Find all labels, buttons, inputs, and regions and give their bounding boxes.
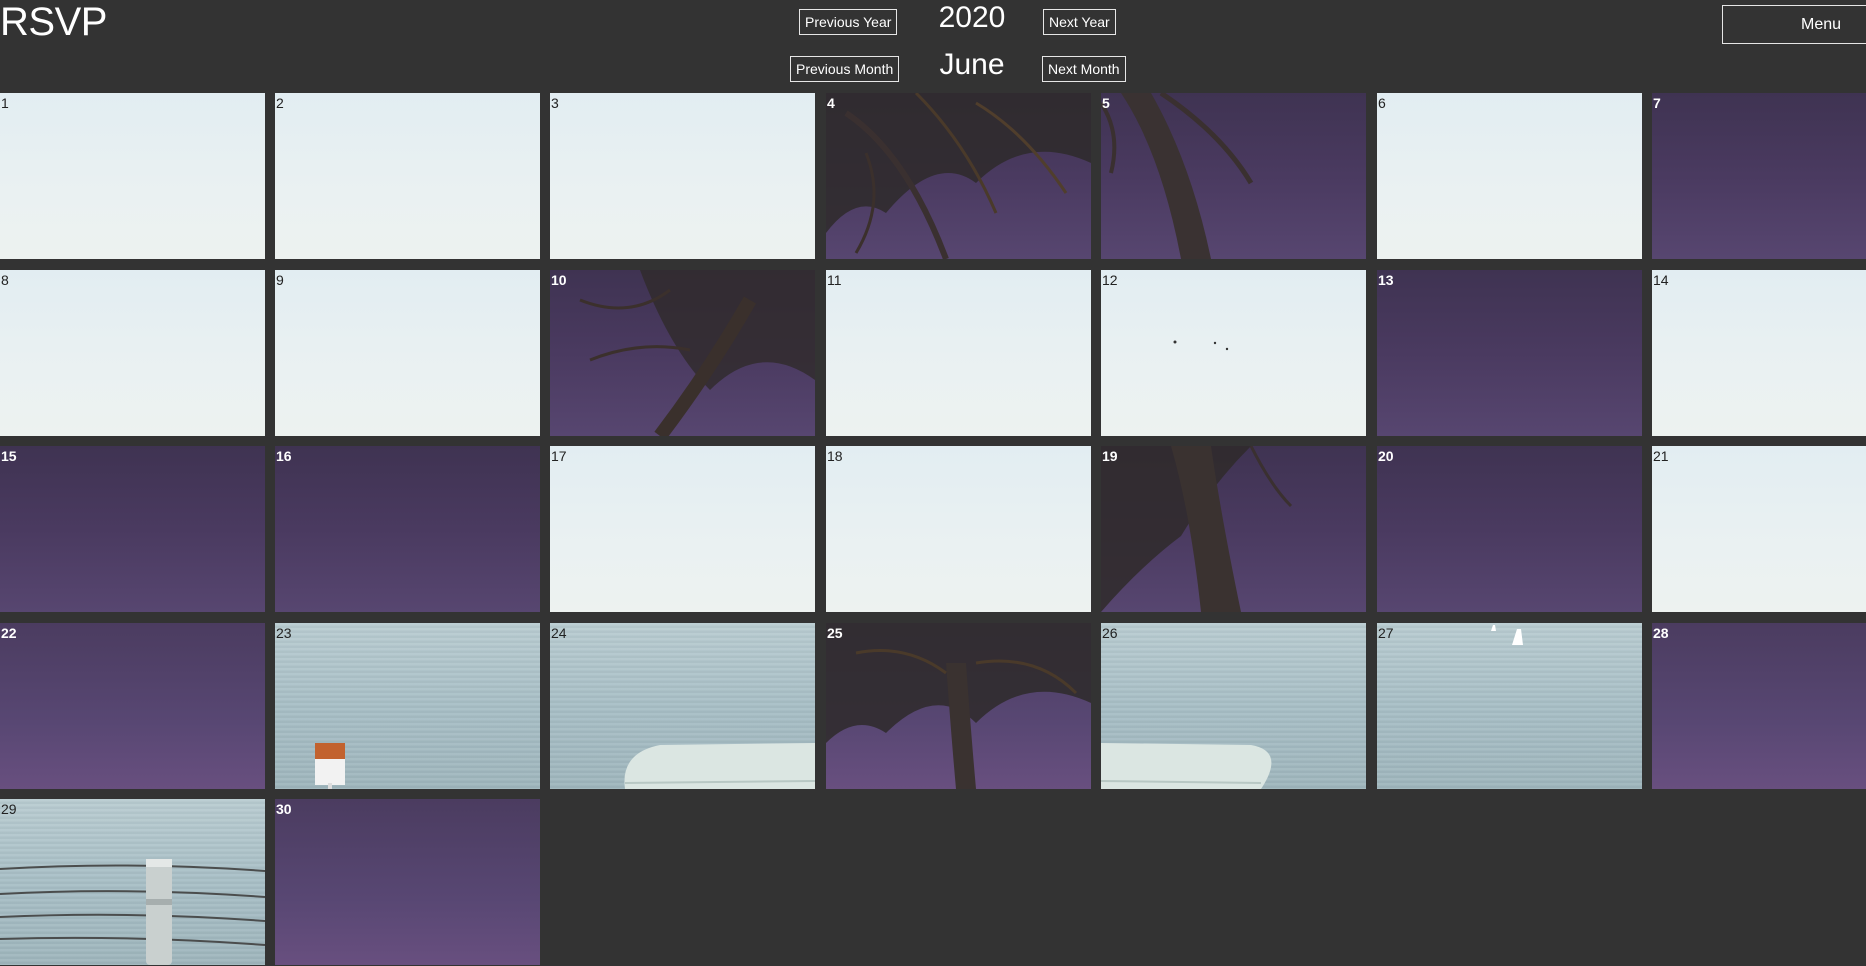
day-cell[interactable]: 3: [550, 93, 815, 259]
day-cell[interactable]: 18: [826, 446, 1091, 612]
day-cell[interactable]: 10: [550, 270, 815, 436]
day-cell[interactable]: 11: [826, 270, 1091, 436]
next-year-button[interactable]: Next Year: [1043, 9, 1116, 35]
palm-image: [1101, 446, 1293, 612]
day-cell[interactable]: 29: [0, 799, 265, 965]
day-cell[interactable]: 15: [0, 446, 265, 612]
day-number: 8: [1, 272, 9, 288]
palm-image: [826, 93, 1091, 259]
day-cell[interactable]: 28: [1652, 623, 1866, 789]
fence-image: [0, 859, 265, 965]
boat-image: [1101, 743, 1272, 789]
palm-image: [826, 623, 1091, 789]
day-number: 24: [551, 625, 567, 641]
day-number: 12: [1102, 272, 1118, 288]
day-number: 29: [1, 801, 17, 817]
day-cell[interactable]: 20: [1377, 446, 1642, 612]
day-cell[interactable]: 27: [1377, 623, 1642, 789]
day-cell[interactable]: 19: [1101, 446, 1366, 612]
day-cell[interactable]: 4: [826, 93, 1091, 259]
calendar-app: RSVP Previous Year 2020 Next Year Previo…: [0, 0, 1866, 966]
birds-image: [1173, 340, 1229, 351]
day-cell[interactable]: 13: [1377, 270, 1642, 436]
day-cell[interactable]: 6: [1377, 93, 1642, 259]
year-label: 2020: [938, 1, 1006, 34]
next-month-button[interactable]: Next Month: [1042, 56, 1126, 82]
day-cell[interactable]: 25: [826, 623, 1091, 789]
day-cell[interactable]: 26: [1101, 623, 1366, 789]
day-number: 23: [276, 625, 292, 641]
day-number: 21: [1653, 448, 1669, 464]
day-number: 13: [1378, 272, 1394, 288]
day-number: 14: [1653, 272, 1669, 288]
day-cell[interactable]: 1: [0, 93, 265, 259]
day-number: 19: [1102, 448, 1118, 464]
day-number: 18: [827, 448, 843, 464]
day-cell[interactable]: 7: [1652, 93, 1866, 259]
palm-image: [1101, 93, 1254, 259]
day-number: 30: [276, 801, 292, 817]
day-number: 3: [551, 95, 559, 111]
day-cell[interactable]: 21: [1652, 446, 1866, 612]
day-cell[interactable]: 2: [275, 93, 540, 259]
day-cell[interactable]: 8: [0, 270, 265, 436]
day-number: 2: [276, 95, 284, 111]
day-cell[interactable]: 5: [1101, 93, 1366, 259]
month-label: June: [939, 48, 1005, 81]
day-number: 11: [827, 272, 842, 288]
day-number: 9: [276, 272, 284, 288]
day-cell[interactable]: 24: [550, 623, 815, 789]
day-cell[interactable]: 9: [275, 270, 540, 436]
day-number: 25: [827, 625, 843, 641]
day-number: 16: [276, 448, 292, 464]
day-number: 6: [1378, 95, 1386, 111]
day-number: 7: [1653, 95, 1661, 111]
day-number: 15: [1, 448, 17, 464]
palm-image: [579, 270, 815, 436]
day-number: 26: [1102, 625, 1118, 641]
boat-image: [624, 743, 815, 789]
previous-year-button[interactable]: Previous Year: [799, 9, 898, 35]
day-cell[interactable]: 16: [275, 446, 540, 612]
day-cell[interactable]: 12: [1101, 270, 1366, 436]
day-number: 27: [1378, 625, 1394, 641]
day-number: 10: [551, 272, 567, 288]
day-number: 28: [1653, 625, 1669, 641]
day-cell[interactable]: 14: [1652, 270, 1866, 436]
day-cell[interactable]: 30: [275, 799, 540, 965]
sign-image: [315, 743, 345, 789]
day-number: 17: [551, 448, 567, 464]
day-number: 22: [1, 625, 17, 641]
day-number: 4: [827, 95, 835, 111]
previous-month-button[interactable]: Previous Month: [790, 56, 900, 82]
menu-button[interactable]: Menu: [1722, 5, 1866, 44]
sailboat-image: [1491, 625, 1523, 645]
day-cell[interactable]: 17: [550, 446, 815, 612]
day-number: 20: [1378, 448, 1394, 464]
day-number: 1: [1, 95, 9, 111]
day-cell[interactable]: 22: [0, 623, 265, 789]
brand-logo[interactable]: RSVP: [0, 0, 107, 44]
day-number: 5: [1102, 95, 1110, 111]
day-cell[interactable]: 23: [275, 623, 540, 789]
